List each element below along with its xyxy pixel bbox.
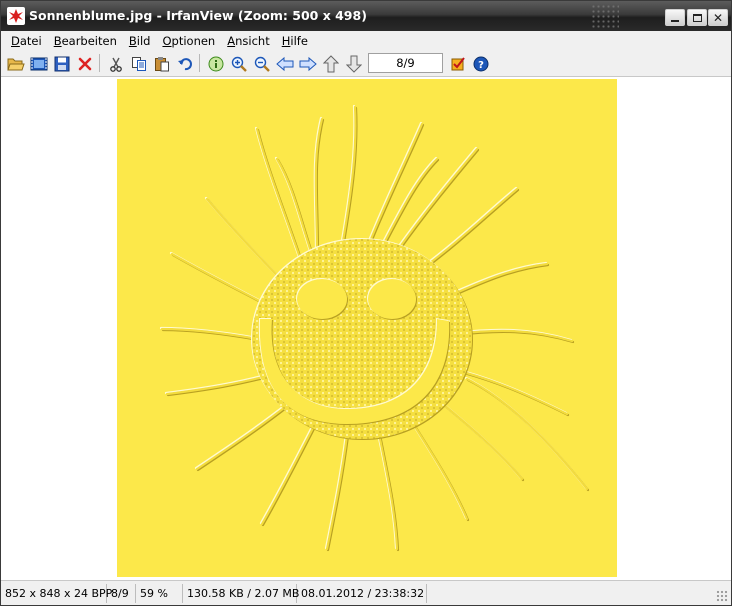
close-button[interactable]: ✕ [708,9,728,26]
minimize-icon [671,19,679,22]
page-counter[interactable]: 8/9 [368,53,443,73]
paste-icon[interactable] [152,54,171,73]
info-icon[interactable] [206,54,225,73]
zoom-in-icon[interactable] [229,54,248,73]
menu-ansicht[interactable]: Ansicht [225,34,271,48]
maximize-button[interactable] [687,9,707,26]
delete-icon[interactable] [75,54,94,73]
status-zoom: 59 % [136,583,183,603]
copy-icon[interactable] [129,54,148,73]
thumbnails-icon[interactable] [448,54,467,73]
toolbar-separator [199,54,200,72]
maximize-icon [692,13,702,22]
resize-grip[interactable] [716,590,728,602]
status-datetime: 08.01.2012 / 23:38:32 [297,583,427,603]
menu-optionen[interactable]: Optionen [160,34,217,48]
irfanview-app-icon[interactable] [7,7,25,25]
close-icon: ✕ [712,10,724,25]
status-index: 8/9 [107,583,136,603]
status-dimensions: 852 x 848 x 24 BPP [1,583,112,603]
status-bar: 852 x 848 x 24 BPP 8/9 59 % 130.58 KB / … [1,580,731,605]
title-decoration [591,4,619,28]
undo-icon[interactable] [175,54,194,73]
menu-bar: Datei Bearbeiten Bild Optionen Ansicht H… [1,31,731,50]
last-page-icon[interactable] [344,54,363,73]
open-folder-icon[interactable] [6,54,25,73]
zoom-out-icon[interactable] [252,54,271,73]
window-title: Sonnenblume.jpg - IrfanView (Zoom: 500 x… [29,8,367,23]
minimize-button[interactable] [665,9,685,26]
previous-icon[interactable] [275,54,294,73]
slideshow-icon[interactable] [29,54,48,73]
image-canvas[interactable] [7,79,727,579]
save-icon[interactable] [52,54,71,73]
menu-hilfe[interactable]: Hilfe [280,34,310,48]
sunflower-image [117,79,617,577]
status-file-size: 130.58 KB / 2.07 MB [183,583,299,603]
toolbar: 8/9 ? [1,50,731,77]
svg-text:?: ? [478,60,484,71]
next-icon[interactable] [298,54,317,73]
cut-icon[interactable] [106,54,125,73]
toolbar-separator [99,54,100,72]
menu-bild[interactable]: Bild [127,34,153,48]
menu-datei[interactable]: Datei [9,34,44,48]
help-icon[interactable]: ? [471,54,490,73]
menu-bearbeiten[interactable]: Bearbeiten [52,34,119,48]
irfanview-window: Sonnenblume.jpg - IrfanView (Zoom: 500 x… [0,0,732,606]
title-bar[interactable]: Sonnenblume.jpg - IrfanView (Zoom: 500 x… [1,1,731,31]
first-page-icon[interactable] [321,54,340,73]
